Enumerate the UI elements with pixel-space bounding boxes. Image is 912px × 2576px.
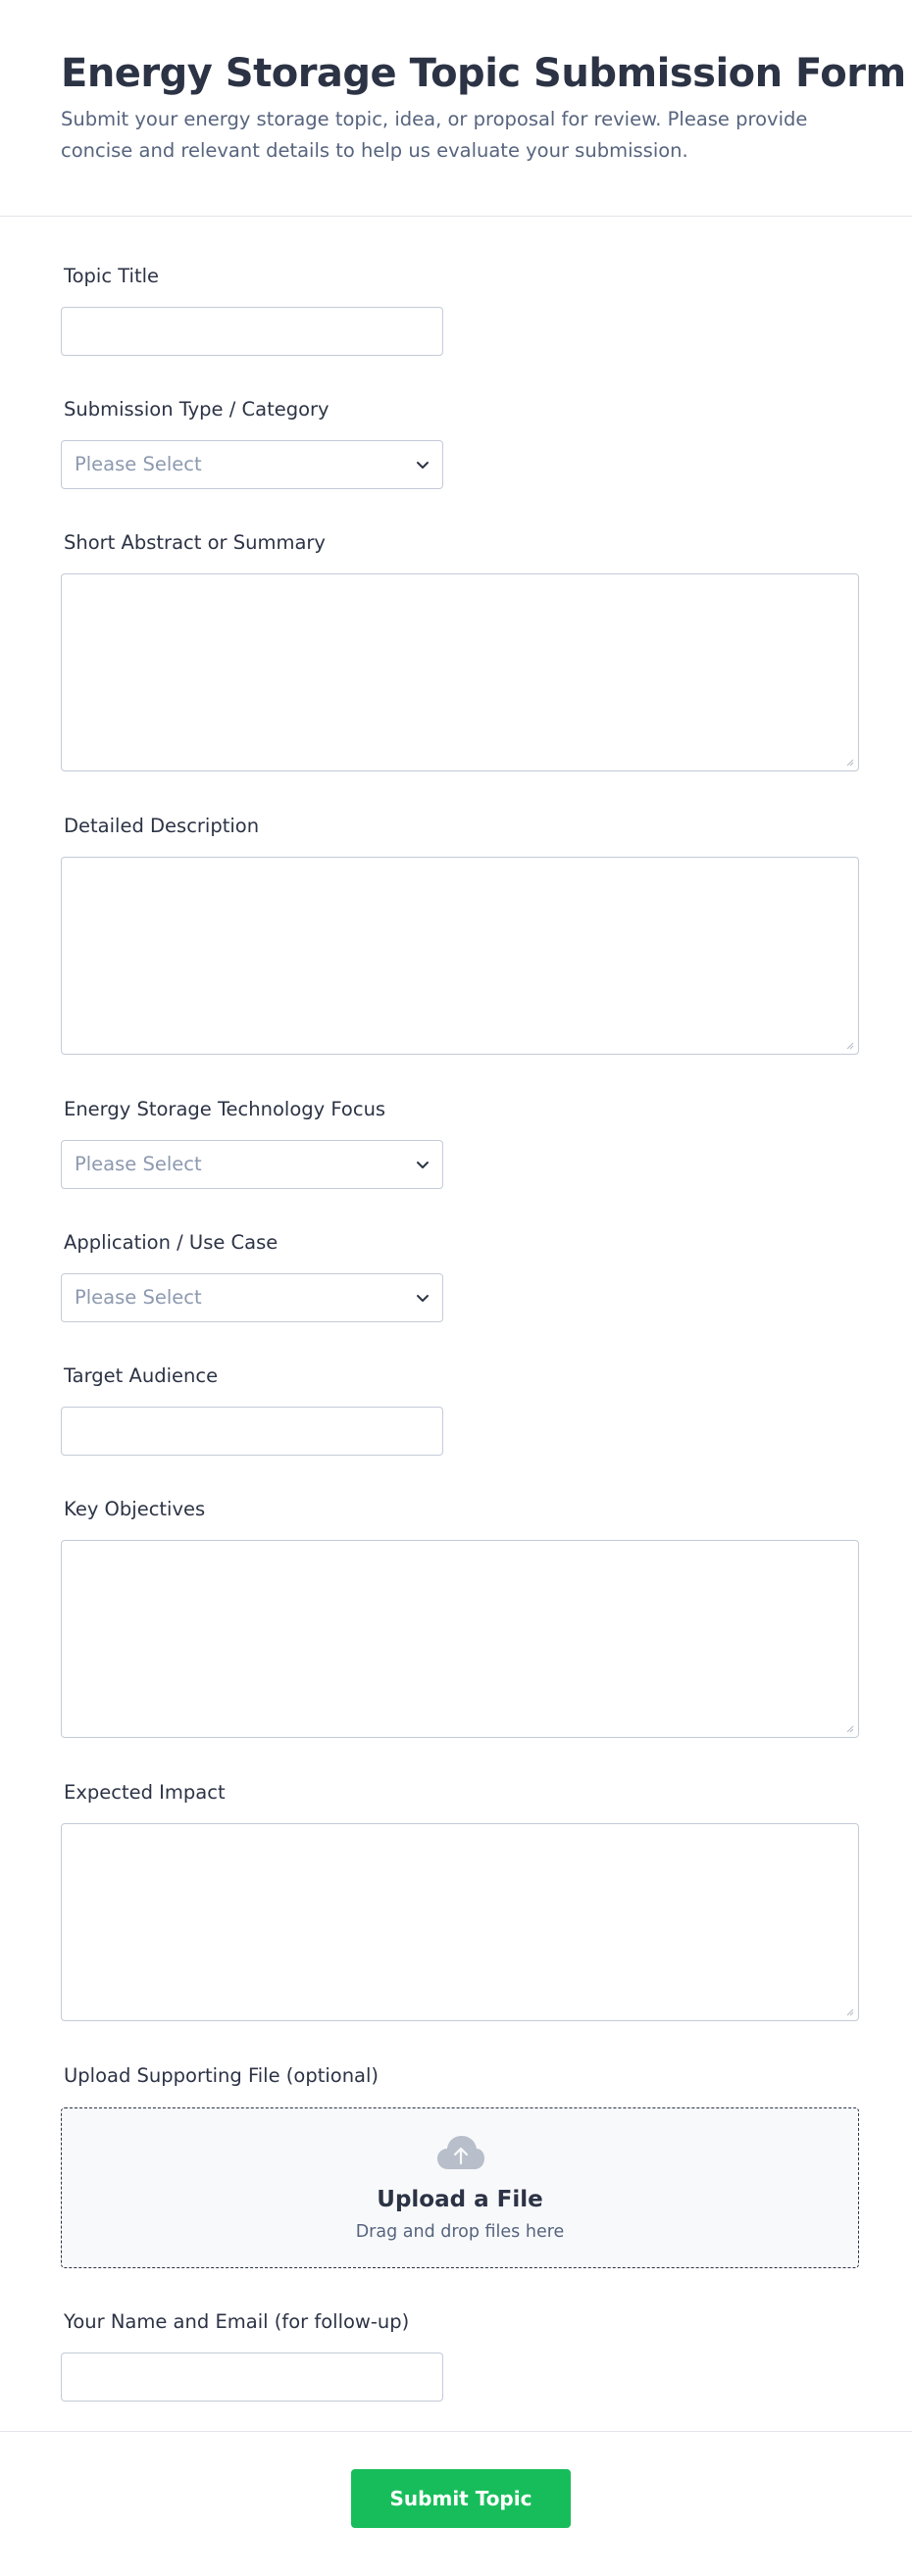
form-footer: Submit Topic — [0, 2431, 912, 2576]
expected-impact-textarea[interactable] — [61, 1823, 859, 2021]
expected-impact-label: Expected Impact — [64, 1781, 226, 1804]
key-objectives-textarea[interactable] — [61, 1540, 859, 1738]
submission-type-select[interactable]: Please Select — [61, 440, 443, 489]
upload-title: Upload a File — [377, 2187, 543, 2212]
file-upload-dropzone[interactable]: Upload a File Drag and drop files here — [61, 2107, 859, 2268]
form-header: Energy Storage Topic Submission Form Sub… — [0, 0, 912, 217]
abstract-label: Short Abstract or Summary — [64, 531, 326, 554]
resize-grip-icon[interactable] — [844, 1723, 854, 1733]
cloud-upload-icon — [437, 2136, 484, 2169]
description-textarea[interactable] — [61, 857, 859, 1055]
name-email-input[interactable] — [61, 2353, 443, 2402]
technology-focus-select[interactable]: Please Select — [61, 1140, 443, 1189]
abstract-textarea[interactable] — [61, 573, 859, 771]
target-audience-label: Target Audience — [64, 1364, 219, 1387]
chevron-down-icon — [417, 1162, 429, 1168]
description-label: Detailed Description — [64, 815, 260, 837]
key-objectives-label: Key Objectives — [64, 1498, 206, 1520]
application-placeholder: Please Select — [75, 1286, 202, 1309]
upload-subtitle: Drag and drop files here — [355, 2222, 565, 2242]
submit-button[interactable]: Submit Topic — [351, 2469, 571, 2528]
submission-type-placeholder: Please Select — [75, 453, 202, 475]
page-title: Energy Storage Topic Submission Form — [61, 51, 906, 96]
submission-type-label: Submission Type / Category — [64, 398, 329, 421]
page-subtitle: Submit your energy storage topic, idea, … — [61, 108, 808, 162]
resize-grip-icon[interactable] — [844, 757, 854, 767]
resize-grip-icon[interactable] — [844, 2006, 854, 2016]
chevron-down-icon — [417, 1295, 429, 1302]
technology-focus-label: Energy Storage Technology Focus — [64, 1098, 386, 1120]
upload-label: Upload Supporting File (optional) — [64, 2064, 380, 2087]
technology-focus-placeholder: Please Select — [75, 1153, 202, 1175]
topic-title-label: Topic Title — [64, 265, 160, 287]
topic-title-input[interactable] — [61, 307, 443, 356]
name-email-label: Your Name and Email (for follow-up) — [64, 2310, 410, 2333]
target-audience-input[interactable] — [61, 1407, 443, 1456]
application-label: Application / Use Case — [64, 1231, 279, 1254]
resize-grip-icon[interactable] — [844, 1040, 854, 1050]
application-select[interactable]: Please Select — [61, 1273, 443, 1322]
chevron-down-icon — [417, 462, 429, 469]
